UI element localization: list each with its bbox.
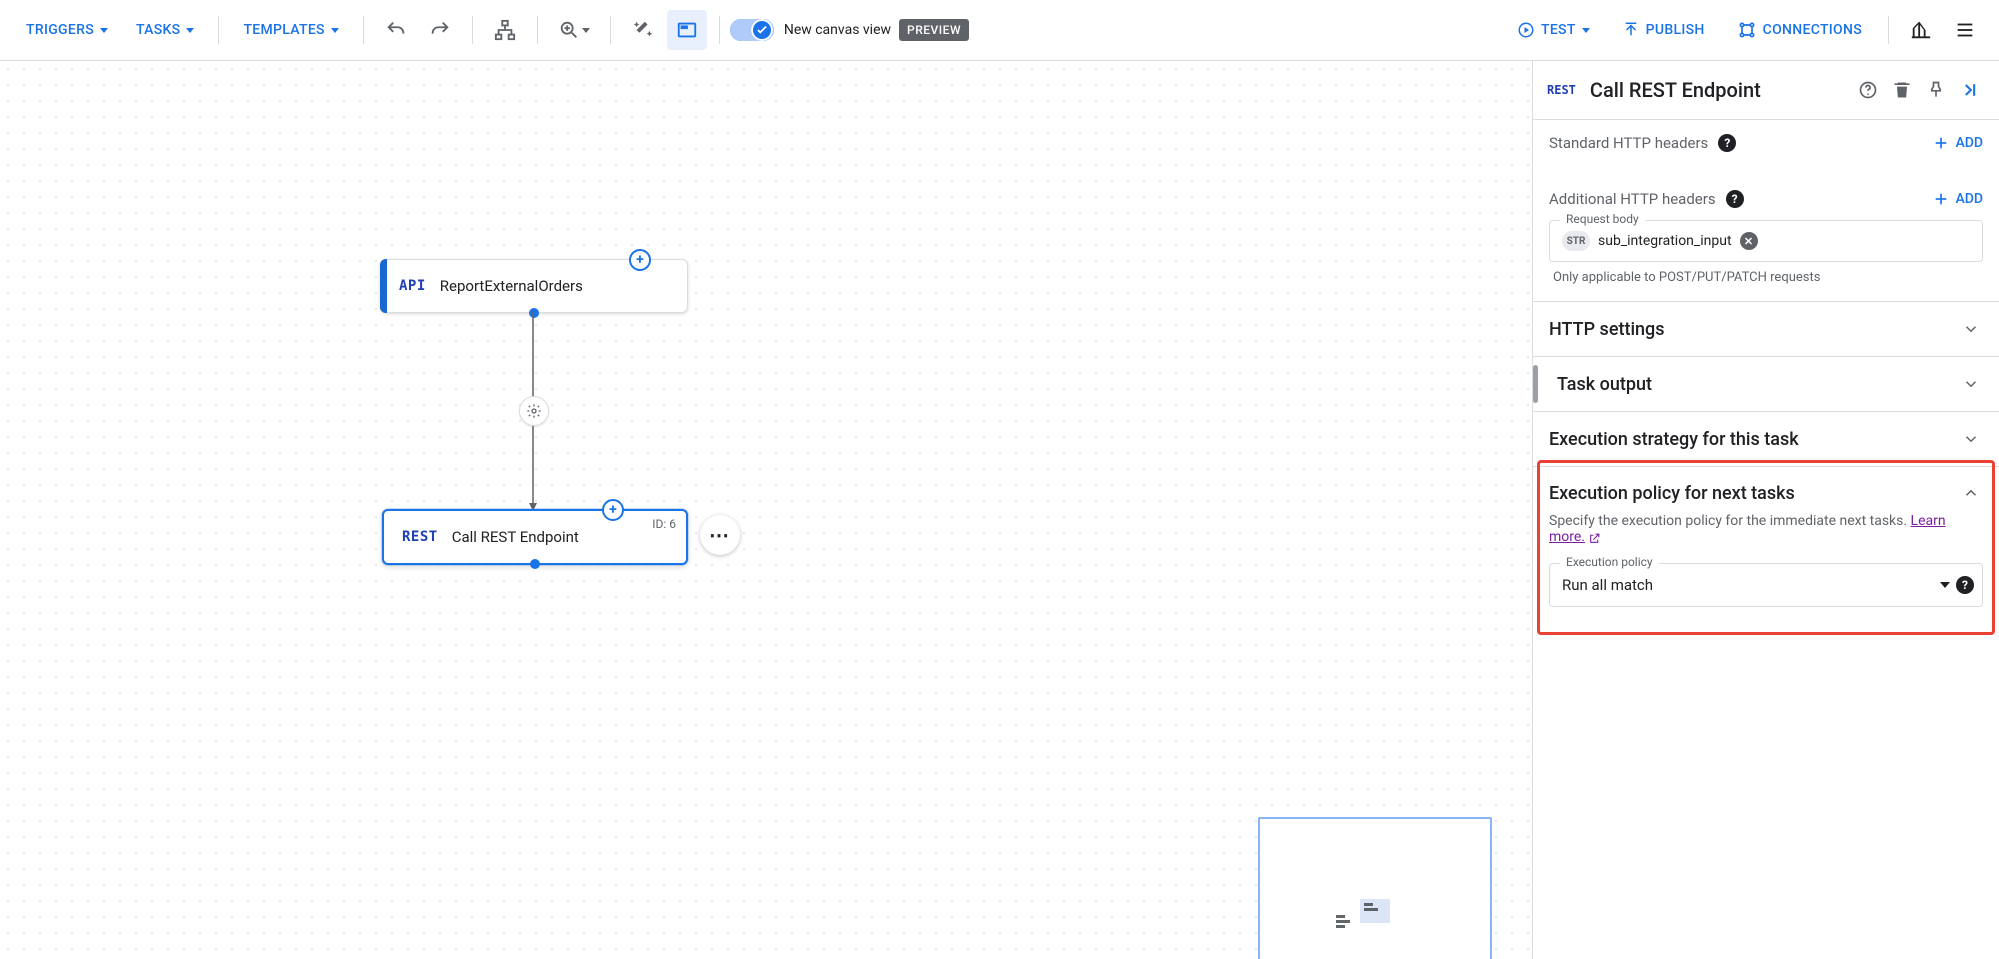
http-settings-section[interactable]: HTTP settings	[1533, 301, 1999, 356]
rest-tag: REST	[402, 529, 438, 545]
chevron-down-icon	[331, 28, 339, 33]
analytics-button[interactable]	[1901, 10, 1941, 50]
separator	[537, 16, 538, 44]
minimap[interactable]	[1258, 817, 1492, 959]
magic-wand-button[interactable]	[623, 10, 663, 50]
external-link-icon	[1588, 532, 1601, 545]
help-icon[interactable]	[1851, 73, 1885, 107]
side-panel: REST Call REST Endpoint Standard HTTP he…	[1532, 61, 1999, 959]
separator	[719, 16, 720, 44]
node-accent	[380, 259, 387, 313]
variable-chip[interactable]: STR sub_integration_input ✕	[1562, 231, 1758, 251]
node-title: Call REST Endpoint	[452, 528, 579, 546]
menu-button[interactable]	[1945, 10, 1985, 50]
help-icon[interactable]: ?	[1718, 134, 1736, 152]
chevron-down-icon	[1959, 317, 1983, 341]
collapse-panel-icon[interactable]	[1953, 73, 1987, 107]
separator	[610, 16, 611, 44]
help-icon[interactable]: ?	[1726, 190, 1744, 208]
layout-button[interactable]	[485, 10, 525, 50]
canvas[interactable]: API ReportExternalOrders + REST Call RES…	[0, 61, 1532, 959]
separator	[472, 16, 473, 44]
node-more-button[interactable]: ⋯	[700, 515, 740, 555]
preview-badge: PREVIEW	[899, 19, 969, 41]
execution-policy-select[interactable]: Execution policy Run all match ?	[1549, 563, 1983, 607]
add-additional-header-button[interactable]: ADD	[1933, 191, 1983, 207]
toolbar: TRIGGERS TASKS TEMPLATES	[0, 0, 1999, 61]
dropdown-arrow-icon	[1940, 582, 1950, 588]
zoom-dropdown[interactable]	[550, 10, 598, 50]
chevron-down-icon	[1959, 372, 1983, 396]
rest-tag: REST	[1547, 83, 1576, 97]
separator	[218, 16, 219, 44]
canvas-view-label: New canvas view	[784, 22, 891, 38]
separator	[363, 16, 364, 44]
add-plus-icon[interactable]: +	[602, 499, 624, 521]
test-dropdown[interactable]: TEST	[1501, 13, 1606, 47]
execution-policy-value: Run all match	[1562, 576, 1938, 594]
publish-label: PUBLISH	[1646, 22, 1705, 38]
panel-title: Call REST Endpoint	[1590, 78, 1851, 102]
redo-button[interactable]	[420, 10, 460, 50]
chevron-down-icon	[186, 28, 194, 33]
chevron-down-icon	[1582, 28, 1590, 33]
request-body-hint: Only applicable to POST/PUT/PATCH reques…	[1553, 270, 1979, 285]
test-label: TEST	[1541, 22, 1576, 38]
delete-icon[interactable]	[1885, 73, 1919, 107]
execution-policy-desc: Specify the execution policy for the imm…	[1549, 513, 1983, 545]
http-settings-label: HTTP settings	[1549, 319, 1665, 340]
triggers-label: TRIGGERS	[26, 22, 94, 38]
node-title: ReportExternalOrders	[440, 277, 583, 295]
tasks-dropdown[interactable]: TASKS	[122, 14, 208, 46]
trigger-node[interactable]: API ReportExternalOrders +	[380, 259, 688, 313]
undo-button[interactable]	[376, 10, 416, 50]
execution-strategy-label: Execution strategy for this task	[1549, 429, 1799, 450]
canvas-view-toggle[interactable]	[730, 19, 774, 41]
chip-value: sub_integration_input	[1598, 233, 1732, 249]
connections-button[interactable]: CONNECTIONS	[1721, 12, 1878, 48]
templates-label: TEMPLATES	[243, 22, 324, 38]
pin-icon[interactable]	[1919, 73, 1953, 107]
connections-label: CONNECTIONS	[1763, 22, 1862, 38]
execution-policy-section: Execution policy for next tasks Specify …	[1533, 466, 1999, 625]
toggle-knob	[751, 19, 773, 41]
help-icon[interactable]: ?	[1956, 576, 1974, 594]
port-bottom[interactable]	[529, 308, 539, 318]
separator	[1888, 16, 1889, 44]
request-body-field[interactable]: Request body STR sub_integration_input ✕	[1549, 220, 1983, 262]
execution-policy-title: Execution policy for next tasks	[1549, 483, 1795, 504]
chevron-down-icon	[100, 28, 108, 33]
task-node-selected[interactable]: REST Call REST Endpoint ID: 6 +	[382, 509, 688, 565]
execution-policy-legend: Execution policy	[1560, 555, 1659, 569]
port-bottom[interactable]	[530, 559, 540, 569]
publish-button[interactable]: PUBLISH	[1606, 13, 1721, 47]
add-label: ADD	[1955, 135, 1983, 151]
standard-headers-section: Standard HTTP headers ? ADD	[1533, 119, 1999, 166]
chevron-up-icon[interactable]	[1959, 481, 1983, 505]
edge-settings-button[interactable]	[519, 396, 549, 426]
remove-chip-icon[interactable]: ✕	[1740, 232, 1758, 250]
templates-dropdown[interactable]: TEMPLATES	[229, 14, 352, 46]
add-label: ADD	[1955, 191, 1983, 207]
execution-strategy-section[interactable]: Execution strategy for this task	[1533, 411, 1999, 466]
task-output-section[interactable]: Task output	[1533, 356, 1999, 411]
tasks-label: TASKS	[136, 22, 180, 38]
panel-header: REST Call REST Endpoint	[1533, 61, 1999, 119]
panel-toggle-button[interactable]	[667, 10, 707, 50]
additional-headers-section: Additional HTTP headers ? ADD Request bo…	[1533, 166, 1999, 301]
triggers-dropdown[interactable]: TRIGGERS	[12, 14, 122, 46]
add-plus-icon[interactable]: +	[629, 249, 651, 271]
task-output-label: Task output	[1557, 374, 1652, 395]
add-headers-label: Additional HTTP headers	[1549, 190, 1716, 208]
chevron-down-icon	[1959, 427, 1983, 451]
std-headers-label: Standard HTTP headers	[1549, 134, 1708, 152]
request-body-legend: Request body	[1560, 212, 1645, 226]
api-tag: API	[399, 278, 426, 294]
string-type-badge: STR	[1562, 231, 1590, 251]
add-std-header-button[interactable]: ADD	[1933, 135, 1983, 151]
chevron-down-icon	[582, 28, 590, 33]
node-id: ID: 6	[652, 517, 676, 531]
